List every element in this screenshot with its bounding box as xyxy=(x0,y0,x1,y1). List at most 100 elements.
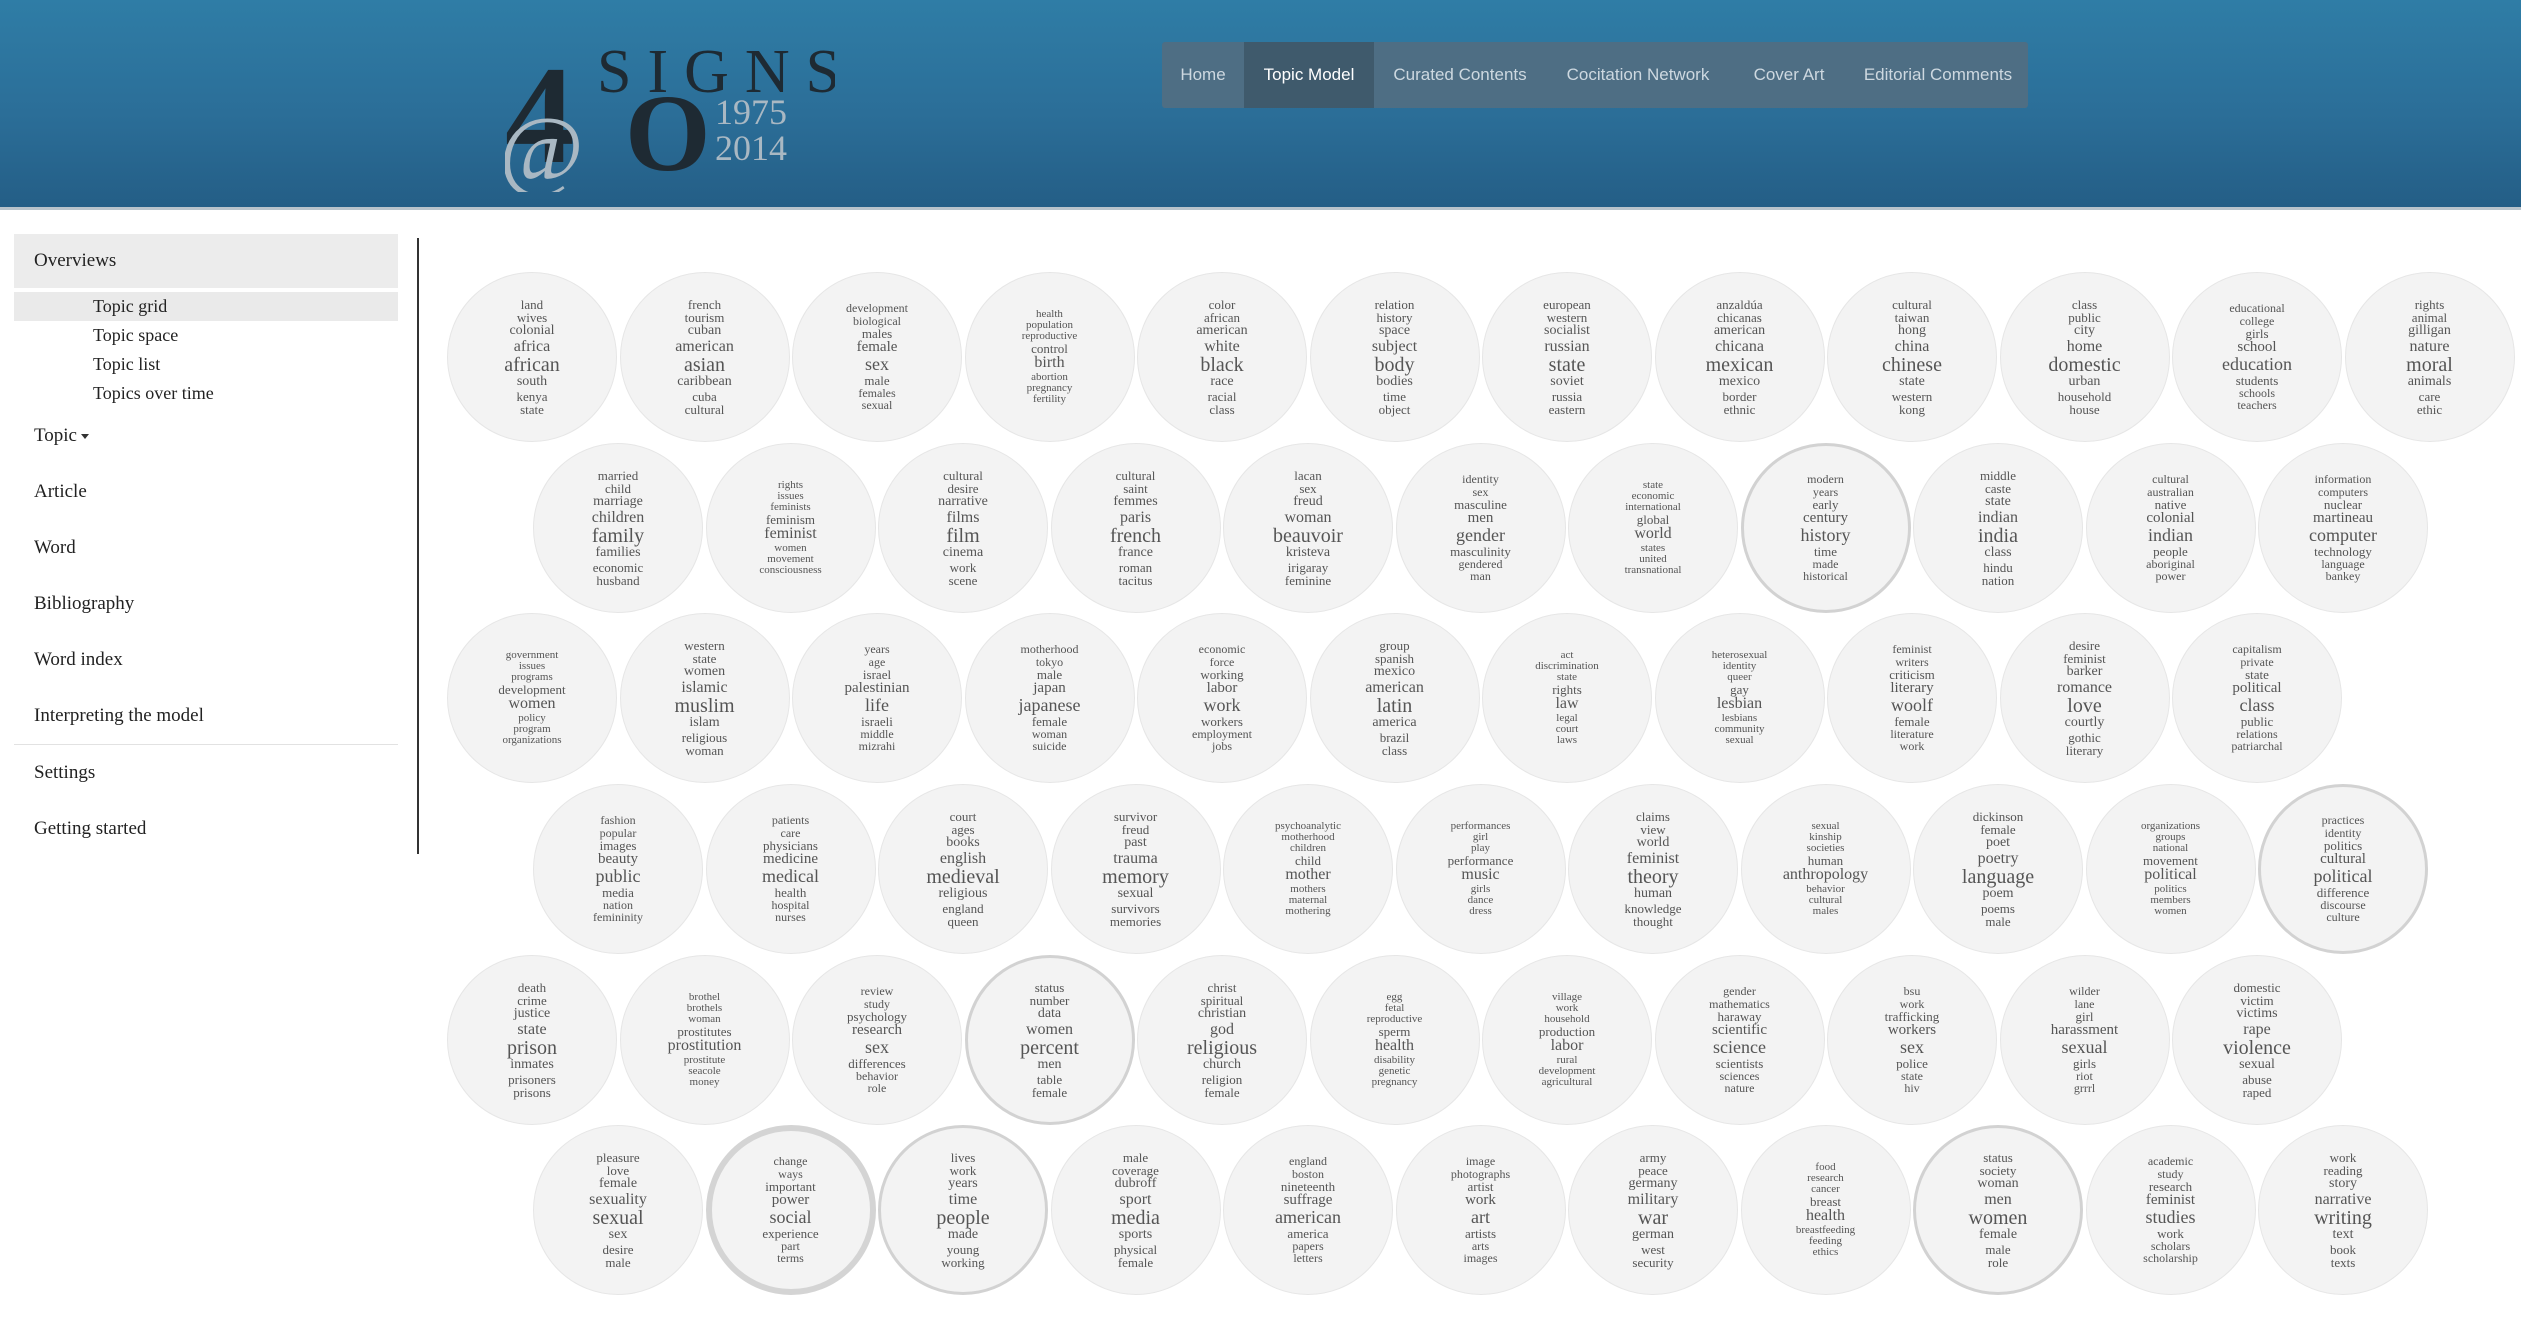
topic-circle[interactable]: rights animal gilligan nature moral animals ca… xyxy=(2344,272,2515,442)
topic-circle[interactable]: motherhood tokyo male japan japanese female wo… xyxy=(964,613,1135,783)
nav-editorial-comments[interactable]: Editorial Comments xyxy=(1848,42,2028,108)
topic-circle[interactable]: patients care physicians medicine medical hea… xyxy=(705,784,876,954)
topic-circle[interactable]: dickinson female poet poetry language poem poe… xyxy=(1913,784,2083,954)
sidebar-item-word[interactable]: Word xyxy=(14,520,398,576)
topic-circle[interactable]: claims view world feminist theory human knowle… xyxy=(1568,784,1738,954)
sidebar-topic-dropdown[interactable]: Topic xyxy=(14,408,398,464)
topic-circle[interactable]: christ spiritual christian god religious chur… xyxy=(1137,955,1307,1125)
topic-circle[interactable]: state economic international global world sta… xyxy=(1568,443,1738,613)
sidebar-item-topic-list[interactable]: Topic list xyxy=(14,350,398,379)
topic-circle[interactable]: status number data women percent men table fema… xyxy=(964,955,1135,1125)
topic-circle[interactable]: england boston nineteenth suffrage american a… xyxy=(1223,1125,1393,1295)
topic-circle[interactable]: lacan sex freud woman beauvoir kristeva irigar… xyxy=(1223,443,1393,613)
topic-circle[interactable]: change ways important power social experience… xyxy=(705,1125,876,1295)
nav-curated-contents[interactable]: Curated Contents xyxy=(1374,42,1546,108)
topic-word: images xyxy=(599,837,637,853)
nav-home[interactable]: Home xyxy=(1162,42,1244,108)
topic-circle[interactable]: government issues programs development women… xyxy=(447,613,617,783)
topic-circle[interactable]: survivor freud past trauma memory sexual survi… xyxy=(1050,784,1221,954)
sidebar-item-article[interactable]: Article xyxy=(14,464,398,520)
topic-circle[interactable]: anzaldúa chicanas american chicana mexican me… xyxy=(1654,272,1825,442)
topic-circle[interactable]: performances girl play performance music girl… xyxy=(1395,784,1566,954)
topic-circle[interactable]: health population reproductive control birth… xyxy=(964,272,1135,442)
topic-circle[interactable]: cultural taiwan hong china chinese state weste… xyxy=(1827,272,1997,442)
topic-circle[interactable]: feminist writers criticism literary woolf fem… xyxy=(1827,613,1997,783)
topic-circle[interactable]: sexual kinship societies human anthropology b… xyxy=(1740,784,1911,954)
topic-word: economic xyxy=(1198,642,1246,657)
signs-logo[interactable]: 4 SIGNS @ O 1975 2014 xyxy=(505,12,835,192)
topic-circle[interactable]: development biological males female sex male f… xyxy=(792,272,962,442)
topic-circle[interactable]: domestic victim victims rape violence sexual a… xyxy=(2172,955,2342,1125)
sidebar-item-bibliography[interactable]: Bibliography xyxy=(14,576,398,632)
topic-word: poetry xyxy=(1977,849,2019,867)
topic-circle[interactable]: egg fetal reproductive sperm health disabilit… xyxy=(1309,955,1480,1125)
topic-circle[interactable]: gender mathematics haraway scientific scienc… xyxy=(1654,955,1825,1125)
topic-word: rights xyxy=(1552,682,1582,698)
topic-circle[interactable]: wilder lane girl harassment sexual girls riot g… xyxy=(1999,955,2170,1125)
topic-word: female xyxy=(1980,822,2016,838)
topic-circle[interactable]: group spanish mexico american latin america br… xyxy=(1309,613,1480,783)
topic-word: health xyxy=(1805,1207,1846,1225)
topic-circle[interactable]: act discrimination state rights law legal cour… xyxy=(1482,613,1652,783)
topic-circle[interactable]: heterosexual identity queer gay lesbian lesbi… xyxy=(1654,613,1825,783)
topic-circle[interactable]: fashion popular images beauty public media nat… xyxy=(533,784,703,954)
topic-circle[interactable]: identity sex masculine men gender masculinity… xyxy=(1395,443,1566,613)
topic-circle[interactable]: academic study research feminist studies work… xyxy=(2085,1125,2256,1295)
sidebar-item-word-index[interactable]: Word index xyxy=(14,632,398,688)
topic-word: male xyxy=(1985,913,2011,929)
topic-circle[interactable]: years age israel palestinian life israeli midd… xyxy=(792,613,962,783)
topic-circle[interactable]: court ages books english medieval religious en… xyxy=(878,784,1048,954)
topic-circle[interactable]: village work household production labor rural… xyxy=(1482,955,1652,1125)
topic-circle[interactable]: capitalism private state political class publ… xyxy=(2172,613,2342,783)
topic-circle[interactable]: cultural saint femmes paris french france roma… xyxy=(1050,443,1221,613)
topic-word: masculine xyxy=(1454,496,1507,512)
topic-circle[interactable]: french tourism cuban american asian caribbean… xyxy=(619,272,790,442)
topic-circle[interactable]: married child marriage children family famili… xyxy=(533,443,703,613)
topic-word: love xyxy=(606,1163,630,1179)
topic-circle[interactable]: image photographs artist work art artists arts… xyxy=(1395,1125,1566,1295)
topic-word: kenya xyxy=(516,388,548,404)
topic-circle[interactable]: western state women islamic muslim islam relig… xyxy=(619,613,790,783)
topic-circle[interactable]: class public city home domestic urban househol… xyxy=(1999,272,2170,442)
topic-circle[interactable]: pleasure love female sexuality sexual sex desi… xyxy=(533,1125,703,1295)
nav-cover-art[interactable]: Cover Art xyxy=(1730,42,1848,108)
topic-circle[interactable]: bsu work trafficking workers sex police state h… xyxy=(1827,955,1997,1125)
sidebar-item-topic-grid[interactable]: Topic grid xyxy=(14,292,398,321)
topic-circle[interactable]: work reading story narrative writing text book… xyxy=(2258,1125,2428,1295)
nav-topic-model[interactable]: Topic Model xyxy=(1244,42,1374,108)
topic-circle[interactable]: relation history space subject body bodies tim… xyxy=(1309,272,1480,442)
topic-circle[interactable]: information computers nuclear martineau comp… xyxy=(2258,443,2428,613)
sidebar-item-settings[interactable]: Settings xyxy=(14,745,398,801)
topic-circle[interactable]: male coverage dubroff sport media sports physi… xyxy=(1050,1125,1221,1295)
topic-circle[interactable]: organizations groups national movement polit… xyxy=(2085,784,2256,954)
topic-circle[interactable]: middle caste state indian india class hindu nat… xyxy=(1913,443,2083,613)
topic-circle[interactable]: modern years early century history time made hi… xyxy=(1740,443,1911,613)
topic-circle[interactable]: educational college girls school education st… xyxy=(2172,272,2342,442)
topic-circle[interactable]: color african american white black race racial… xyxy=(1137,272,1307,442)
topic-circle[interactable]: army peace germany military war german west sec… xyxy=(1568,1125,1738,1295)
topic-circle[interactable]: lives work years time people made young working xyxy=(878,1125,1048,1295)
topic-circle[interactable]: brothel brothels woman prostitutes prostitut… xyxy=(619,955,790,1125)
topic-circle[interactable]: psychoanalytic motherhood children child mot… xyxy=(1223,784,1393,954)
sidebar-item-topics-over-time[interactable]: Topics over time xyxy=(14,379,398,408)
sidebar-item-topic-space[interactable]: Topic space xyxy=(14,321,398,350)
topic-word: child xyxy=(1295,853,1321,869)
topic-word: family xyxy=(591,524,645,547)
topic-circle[interactable]: status society woman men women female male role xyxy=(1913,1125,2083,1295)
sidebar-item-getting-started[interactable]: Getting started xyxy=(14,801,398,857)
sidebar-overviews[interactable]: Overviews xyxy=(14,234,398,288)
topic-circle[interactable]: land wives colonial africa african south kenya… xyxy=(447,272,617,442)
topic-circle[interactable]: european western socialist russian state sovi… xyxy=(1482,272,1652,442)
sidebar-item-interpreting-the-model[interactable]: Interpreting the model xyxy=(14,688,398,744)
topic-circle[interactable]: death crime justice state prison inmates priso… xyxy=(447,955,617,1125)
topic-word: science xyxy=(1713,1037,1766,1058)
topic-circle[interactable]: review study psychology research sex differen… xyxy=(792,955,962,1125)
topic-circle[interactable]: cultural desire narrative films film cinema wo… xyxy=(878,443,1048,613)
topic-circle[interactable]: cultural australian native colonial indian pe… xyxy=(2085,443,2256,613)
topic-circle[interactable]: economic force working labor work workers empl… xyxy=(1137,613,1307,783)
nav-cocitation-network[interactable]: Cocitation Network xyxy=(1546,42,1730,108)
topic-circle[interactable]: food research cancer breast health breastfeed… xyxy=(1740,1125,1911,1295)
topic-circle[interactable]: desire feminist barker romance love courtly go… xyxy=(1999,613,2170,783)
topic-circle[interactable]: rights issues feminists feminism feminist wom… xyxy=(705,443,876,613)
topic-circle[interactable]: practices identity politics cultural politic… xyxy=(2258,784,2428,954)
